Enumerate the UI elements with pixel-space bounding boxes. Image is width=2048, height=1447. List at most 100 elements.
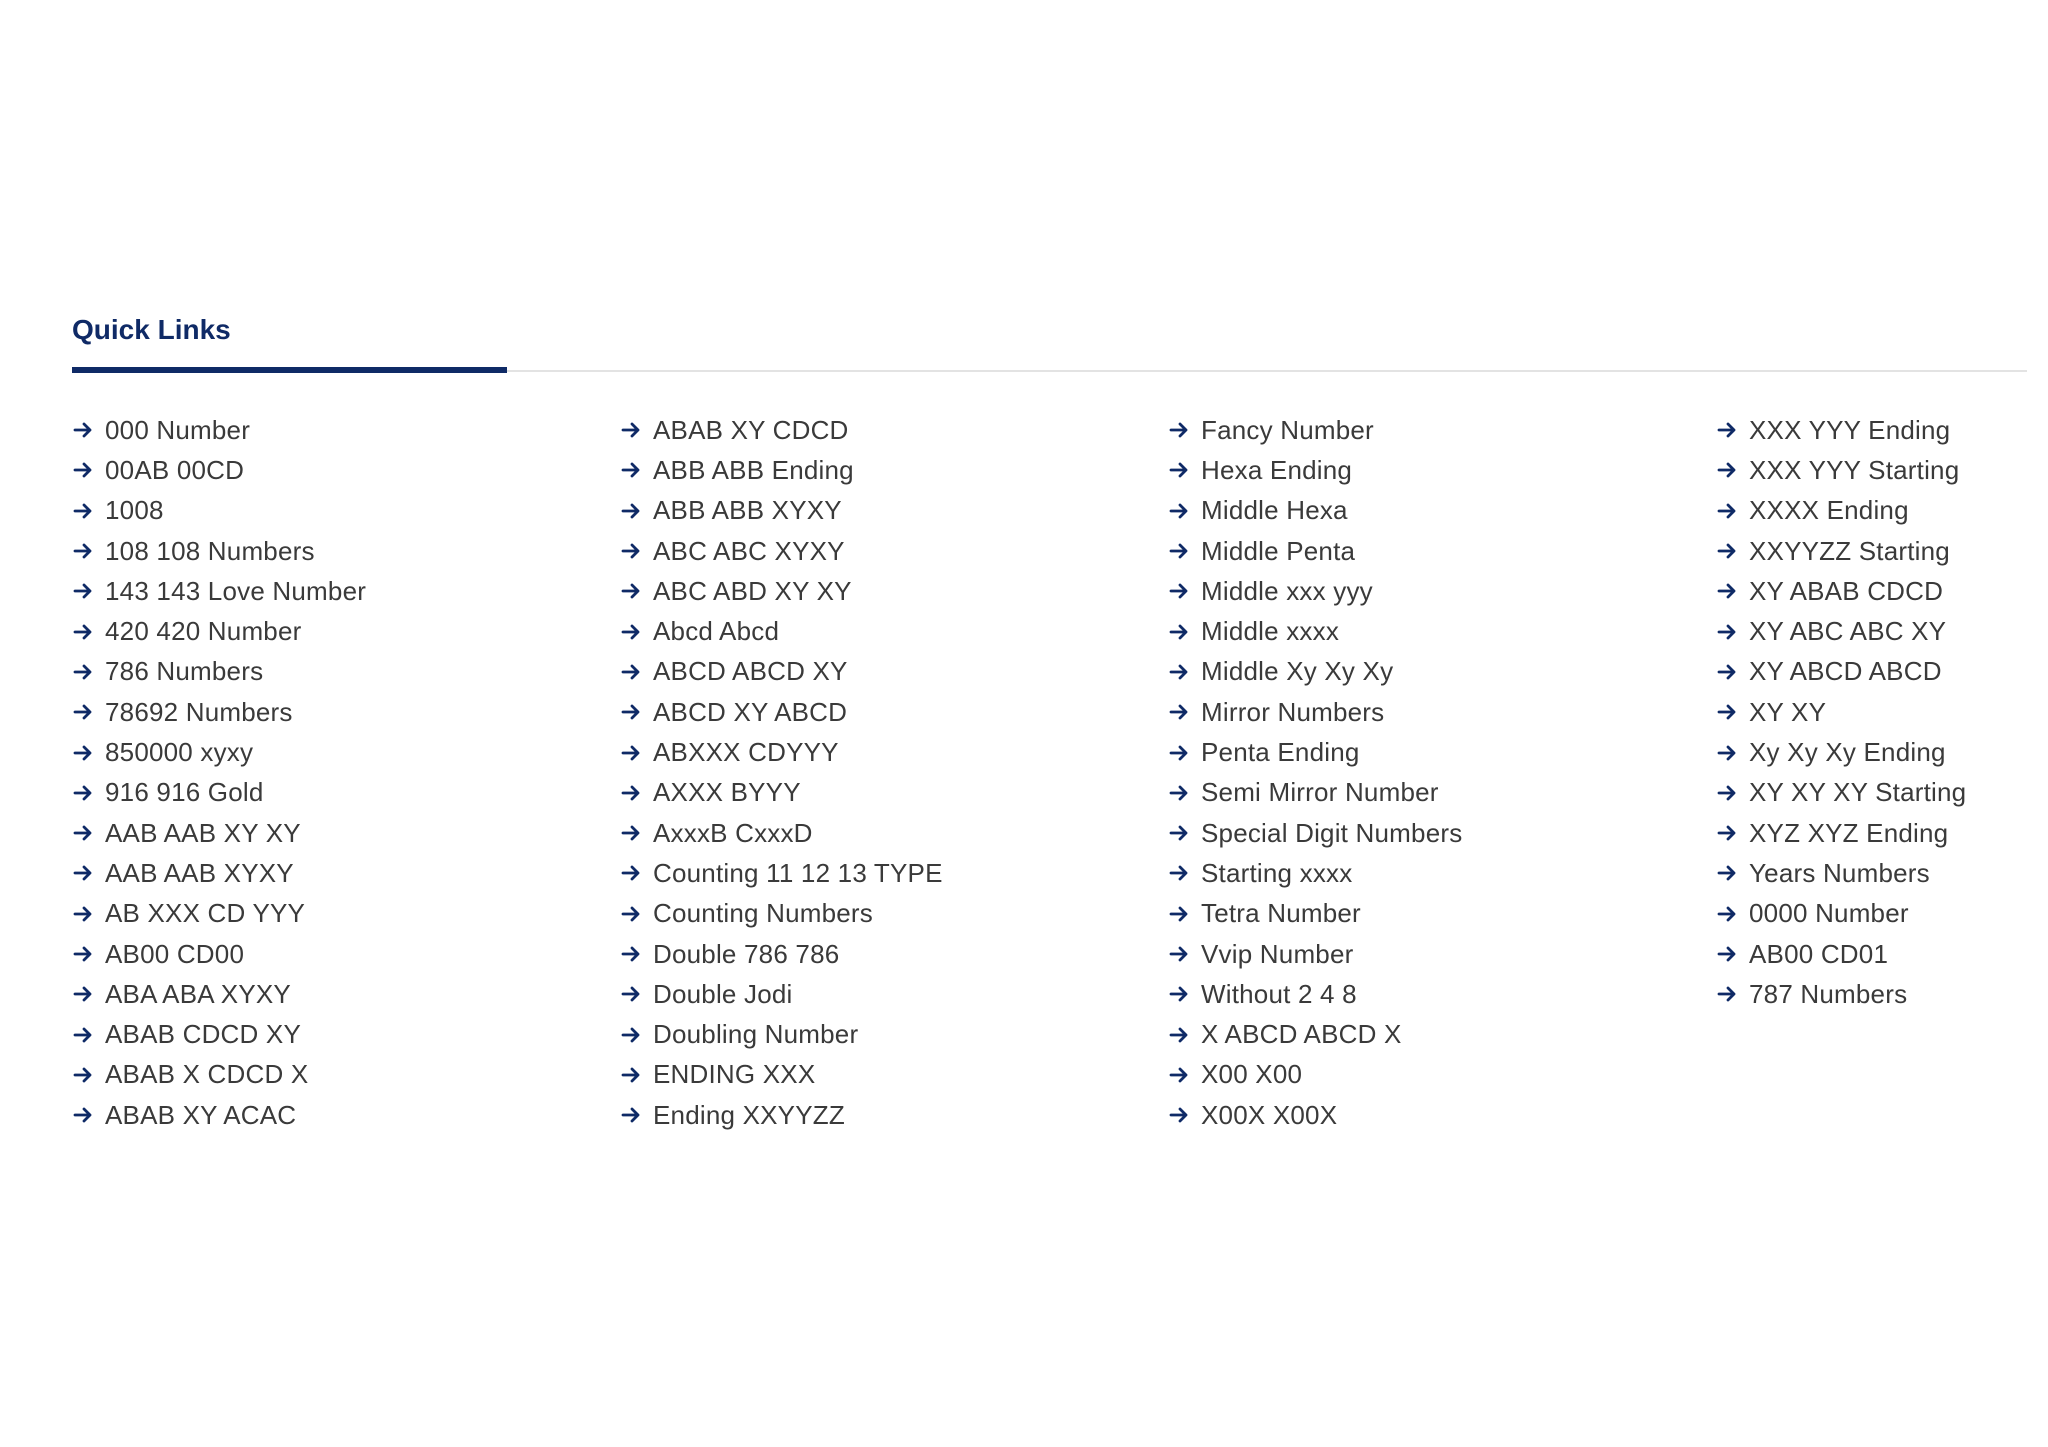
quick-link[interactable]: Years Numbers	[1716, 853, 2016, 893]
quick-link[interactable]: Xy Xy Xy Ending	[1716, 732, 2016, 772]
quick-link[interactable]: XY ABAB CDCD	[1716, 571, 2016, 611]
quick-link[interactable]: ABAB CDCD XY	[72, 1014, 620, 1054]
quick-link[interactable]: ABCD ABCD XY	[620, 652, 1168, 692]
arrow-right-icon	[72, 1104, 94, 1126]
quick-link[interactable]: 1008	[72, 491, 620, 531]
quick-link-label: 0000 Number	[1749, 898, 1909, 929]
quick-link-label: Special Digit Numbers	[1201, 817, 1463, 848]
quick-link[interactable]: Middle xxxx	[1168, 611, 1716, 651]
arrow-right-icon	[1716, 621, 1738, 643]
quick-link[interactable]: Fancy Number	[1168, 410, 1716, 450]
quick-link[interactable]: 0000 Number	[1716, 894, 2016, 934]
quick-link-label: Middle Penta	[1201, 535, 1356, 566]
quick-link[interactable]: Counting Numbers	[620, 894, 1168, 934]
quick-link[interactable]: Abcd Abcd	[620, 611, 1168, 651]
quick-link[interactable]: ABC ABC XYXY	[620, 531, 1168, 571]
quick-link[interactable]: 786 Numbers	[72, 652, 620, 692]
arrow-right-icon	[620, 742, 642, 764]
quick-link[interactable]: Double 786 786	[620, 934, 1168, 974]
arrow-right-icon	[1716, 580, 1738, 602]
quick-link[interactable]: AB XXX CD YYY	[72, 894, 620, 934]
quick-link[interactable]: Middle Hexa	[1168, 491, 1716, 531]
quick-link[interactable]: 850000 xyxy	[72, 732, 620, 772]
quick-link[interactable]: AB00 CD01	[1716, 934, 2016, 974]
quick-link[interactable]: ABCD XY ABCD	[620, 692, 1168, 732]
quick-link[interactable]: ABAB X CDCD X	[72, 1055, 620, 1095]
quick-link[interactable]: X00 X00	[1168, 1055, 1716, 1095]
quick-link[interactable]: ENDING XXX	[620, 1055, 1168, 1095]
quick-link-label: ABXXX CDYYY	[653, 737, 839, 768]
quick-link-label: ABCD ABCD XY	[653, 656, 848, 687]
quick-link[interactable]: XXXX Ending	[1716, 491, 2016, 531]
quick-link-label: Vvip Number	[1201, 938, 1354, 969]
quick-link[interactable]: XY ABCD ABCD	[1716, 652, 2016, 692]
arrow-right-icon	[620, 983, 642, 1005]
quick-link[interactable]: ABB ABB XYXY	[620, 491, 1168, 531]
quick-link-label: X ABCD ABCD X	[1201, 1019, 1402, 1050]
quick-link[interactable]: Tetra Number	[1168, 894, 1716, 934]
quick-link-label: 916 916 Gold	[105, 777, 264, 808]
quick-link-label: AxxxB CxxxD	[653, 817, 813, 848]
quick-link[interactable]: Double Jodi	[620, 974, 1168, 1014]
quick-link[interactable]: XXYYZZ Starting	[1716, 531, 2016, 571]
quick-link[interactable]: ABAB XY ACAC	[72, 1095, 620, 1135]
quick-link[interactable]: Penta Ending	[1168, 732, 1716, 772]
quick-link[interactable]: AXXX BYYY	[620, 773, 1168, 813]
quick-link[interactable]: 000 Number	[72, 410, 620, 450]
quick-link-label: Middle xxxx	[1201, 616, 1340, 647]
quick-link[interactable]: Special Digit Numbers	[1168, 813, 1716, 853]
section-title: Quick Links	[72, 314, 231, 345]
quick-link[interactable]: XY XY XY Starting	[1716, 773, 2016, 813]
quick-link[interactable]: XXX YYY Ending	[1716, 410, 2016, 450]
quick-link-label: ABCD XY ABCD	[653, 696, 848, 727]
quick-link[interactable]: ABA ABA XYXY	[72, 974, 620, 1014]
quick-link[interactable]: AAB AAB XYXY	[72, 853, 620, 893]
quick-link[interactable]: AB00 CD00	[72, 934, 620, 974]
quick-link[interactable]: AAB AAB XY XY	[72, 813, 620, 853]
quick-link[interactable]: Middle Penta	[1168, 531, 1716, 571]
quick-link[interactable]: XY ABC ABC XY	[1716, 611, 2016, 651]
quick-link[interactable]: AxxxB CxxxD	[620, 813, 1168, 853]
quick-link[interactable]: Doubling Number	[620, 1014, 1168, 1054]
quick-link[interactable]: 787 Numbers	[1716, 974, 2016, 1014]
quick-link[interactable]: XYZ XYZ Ending	[1716, 813, 2016, 853]
arrow-right-icon	[620, 943, 642, 965]
quick-link[interactable]: 00AB 00CD	[72, 450, 620, 490]
quick-link[interactable]: X ABCD ABCD X	[1168, 1014, 1716, 1054]
quick-link[interactable]: Ending XXYYZZ	[620, 1095, 1168, 1135]
quick-link[interactable]: X00X X00X	[1168, 1095, 1716, 1135]
quick-link-label: 787 Numbers	[1749, 978, 1908, 1009]
quick-link[interactable]: Vvip Number	[1168, 934, 1716, 974]
quick-link[interactable]: Mirror Numbers	[1168, 692, 1716, 732]
quick-link[interactable]: 143 143 Love Number	[72, 571, 620, 611]
quick-link[interactable]: Starting xxxx	[1168, 853, 1716, 893]
quick-link[interactable]: Semi Mirror Number	[1168, 773, 1716, 813]
quick-link-label: Middle Hexa	[1201, 495, 1348, 526]
quick-link[interactable]: Without 2 4 8	[1168, 974, 1716, 1014]
quick-link[interactable]: ABXXX CDYYY	[620, 732, 1168, 772]
quick-link[interactable]: Hexa Ending	[1168, 450, 1716, 490]
quick-link-label: ABAB XY ACAC	[105, 1099, 297, 1130]
quick-link[interactable]: 108 108 Numbers	[72, 531, 620, 571]
arrow-right-icon	[72, 500, 94, 522]
quick-link[interactable]: 916 916 Gold	[72, 773, 620, 813]
quick-link[interactable]: Counting 11 12 13 TYPE	[620, 853, 1168, 893]
arrow-right-icon	[1716, 822, 1738, 844]
quick-link-label: Doubling Number	[653, 1019, 859, 1050]
quick-link[interactable]: ABC ABD XY XY	[620, 571, 1168, 611]
quick-link[interactable]: Middle xxx yyy	[1168, 571, 1716, 611]
quick-link[interactable]: Middle Xy Xy Xy	[1168, 652, 1716, 692]
quick-link[interactable]: 78692 Numbers	[72, 692, 620, 732]
quick-link-label: ABAB CDCD XY	[105, 1019, 302, 1050]
arrow-right-icon	[72, 580, 94, 602]
arrow-right-icon	[72, 943, 94, 965]
quick-link[interactable]: XXX YYY Starting	[1716, 450, 2016, 490]
quick-link-label: Penta Ending	[1201, 737, 1360, 768]
quick-link[interactable]: 420 420 Number	[72, 611, 620, 651]
quick-link-label: XYZ XYZ Ending	[1749, 817, 1949, 848]
quick-link[interactable]: ABB ABB Ending	[620, 450, 1168, 490]
quick-links-columns: 000 Number 00AB 00CD 1008 108 108 Numbers 14…	[72, 410, 2027, 1135]
quick-link[interactable]: XY XY	[1716, 692, 2016, 732]
quick-link-label: 850000 xyxy	[105, 737, 254, 768]
quick-link[interactable]: ABAB XY CDCD	[620, 410, 1168, 450]
